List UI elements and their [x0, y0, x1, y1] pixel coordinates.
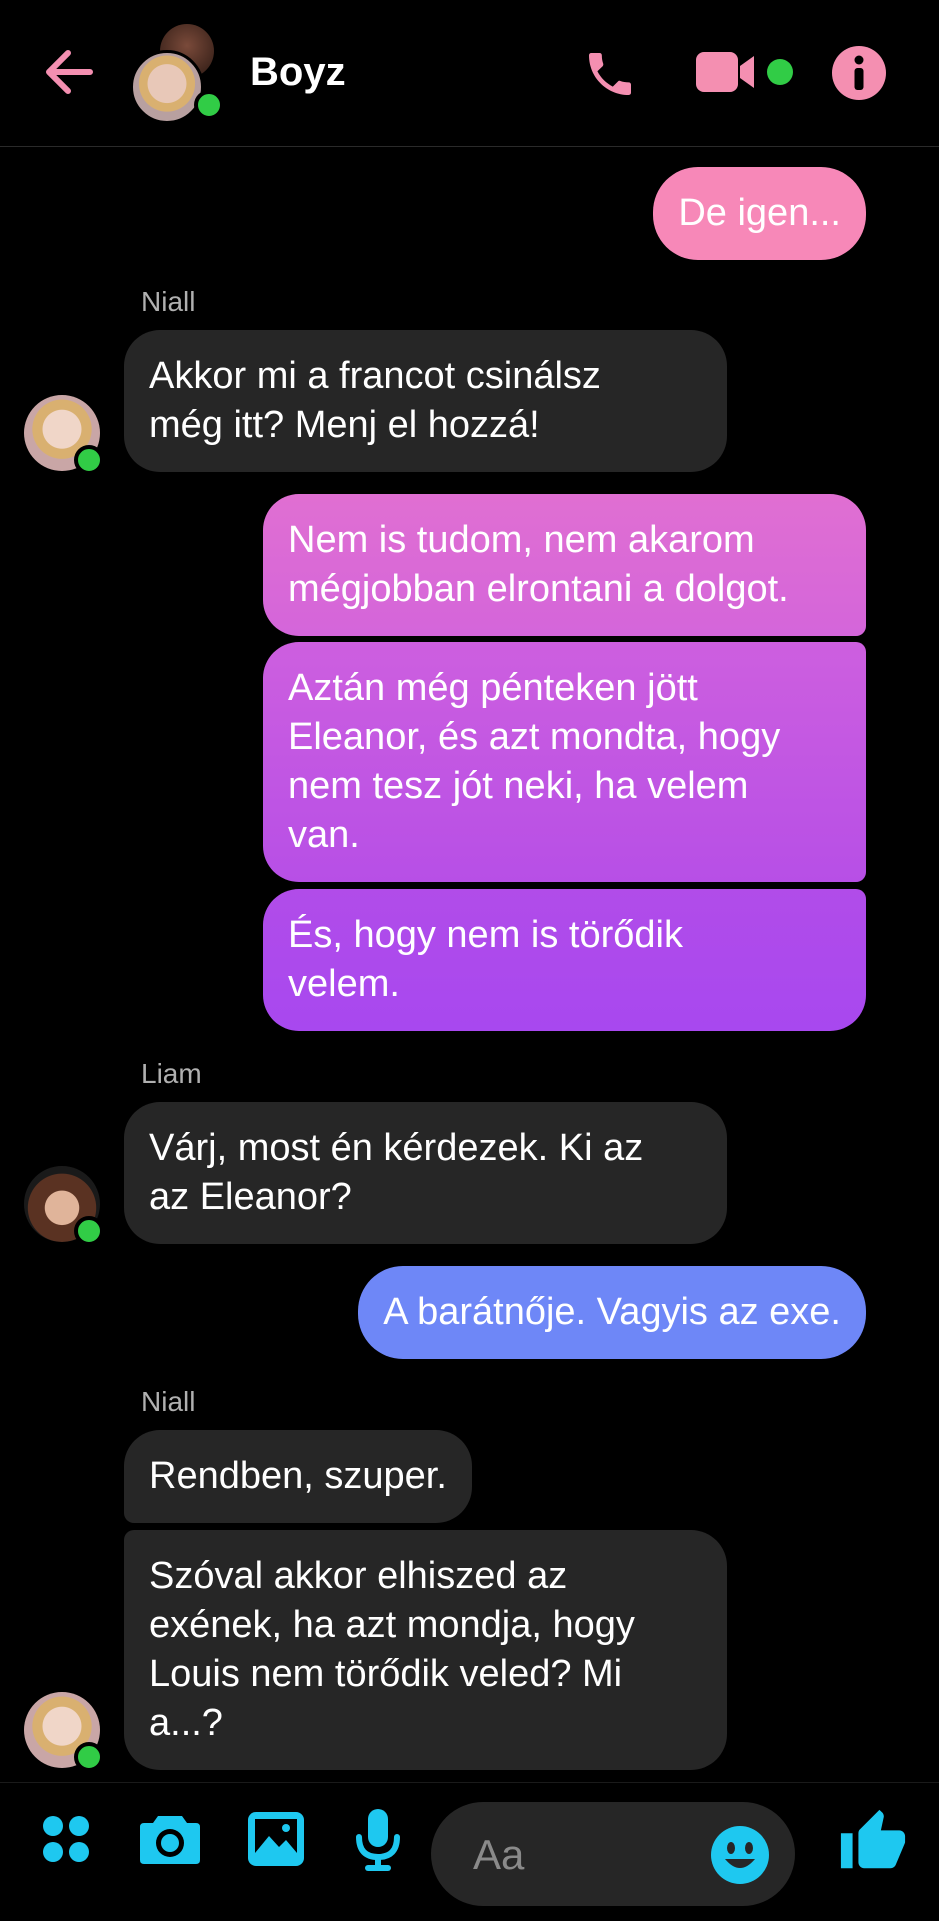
- message-composer: [431, 1802, 795, 1906]
- incoming-message[interactable]: Várj, most én kérdezek. Ki az az Eleanor…: [124, 1102, 727, 1244]
- incoming-message[interactable]: Szóval akkor elhiszed az exének, ha azt …: [124, 1530, 727, 1770]
- apps-icon: [43, 1816, 89, 1862]
- chat-header: Boyz: [0, 0, 939, 147]
- sender-name: Niall: [141, 286, 196, 317]
- sender-avatar-liam[interactable]: [24, 1166, 104, 1246]
- info-icon: [832, 46, 886, 100]
- like-button[interactable]: [836, 1805, 910, 1879]
- sender-name: Niall: [141, 1386, 196, 1417]
- group-avatar[interactable]: [130, 24, 226, 124]
- voice-message-button[interactable]: [348, 1805, 408, 1875]
- emoji-button[interactable]: [709, 1824, 771, 1886]
- member-avatar-niall: [130, 50, 204, 124]
- outgoing-message[interactable]: Aztán még pénteken jött Eleanor, és azt …: [263, 642, 866, 882]
- outgoing-message[interactable]: És, hogy nem is törődik velem.: [263, 889, 866, 1031]
- chat-title[interactable]: Boyz: [250, 50, 346, 95]
- message-input[interactable]: [471, 1828, 715, 1882]
- back-arrow-icon: [46, 50, 93, 94]
- online-indicator: [74, 445, 104, 475]
- thumbs-up-icon: [840, 1809, 906, 1869]
- outgoing-message[interactable]: Nem is tudom, nem akarom mégjobban elron…: [263, 494, 866, 636]
- outgoing-message[interactable]: De igen...: [653, 167, 866, 260]
- gallery-button[interactable]: [244, 1807, 308, 1871]
- outgoing-message[interactable]: A barátnője. Vagyis az exe.: [358, 1266, 866, 1359]
- online-indicator: [74, 1216, 104, 1246]
- incoming-message[interactable]: Rendben, szuper.: [124, 1430, 472, 1523]
- sender-avatar-niall[interactable]: [24, 395, 104, 475]
- emoji-icon: [711, 1826, 769, 1884]
- more-actions-button[interactable]: [36, 1809, 96, 1869]
- info-button[interactable]: [828, 42, 890, 104]
- video-camera-icon: [696, 52, 793, 92]
- phone-icon: [589, 53, 631, 95]
- call-button[interactable]: [576, 40, 644, 108]
- online-indicator: [194, 90, 224, 120]
- microphone-icon: [356, 1809, 400, 1871]
- online-indicator: [74, 1742, 104, 1772]
- video-call-button[interactable]: [692, 44, 802, 100]
- sender-avatar-niall[interactable]: [24, 1692, 104, 1772]
- camera-icon: [140, 1816, 200, 1864]
- back-button[interactable]: [36, 40, 100, 104]
- sender-name: Liam: [141, 1058, 202, 1089]
- camera-button[interactable]: [136, 1807, 204, 1869]
- incoming-message[interactable]: Akkor mi a francot csinálsz még itt? Men…: [124, 330, 727, 472]
- gallery-icon: [248, 1812, 304, 1866]
